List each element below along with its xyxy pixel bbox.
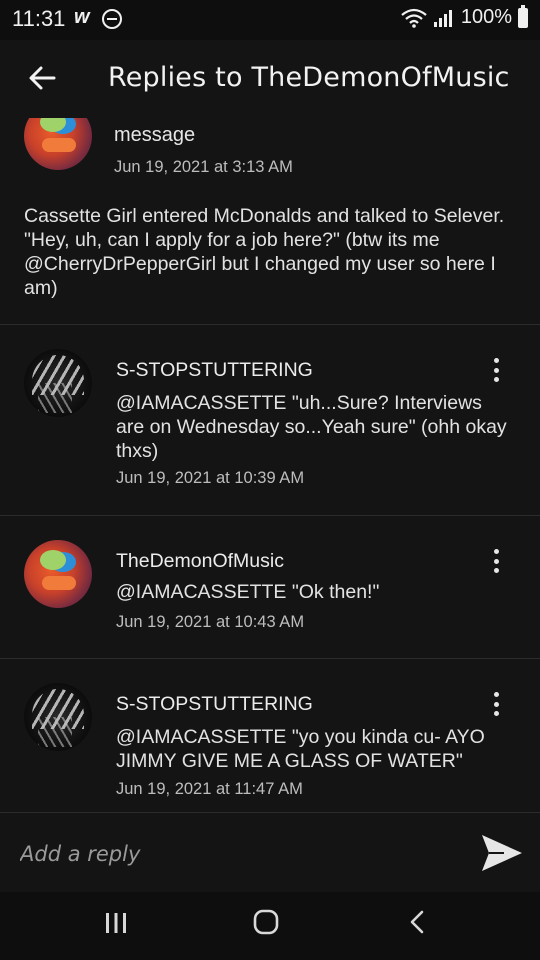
app-bar: Replies to TheDemonOfMusic bbox=[0, 40, 540, 118]
reply-bar bbox=[0, 812, 540, 893]
status-bar: 11:31 w 100% bbox=[0, 0, 540, 40]
battery-icon bbox=[518, 4, 528, 28]
parent-comment-text: Cassette Girl entered McDonalds and talk… bbox=[24, 205, 505, 299]
reply-item: S-STOPSTUTTERING @IAMACASSETTE "uh...Sur… bbox=[0, 325, 540, 515]
reply-text: @IAMACASSETTE "yo you kinda cu- AYO JIMM… bbox=[116, 726, 485, 772]
reply-date: Jun 19, 2021 at 10:43 AM bbox=[116, 613, 305, 631]
system-nav-bar bbox=[0, 892, 540, 960]
reply-author[interactable]: TheDemonOfMusic bbox=[116, 550, 284, 573]
wifi-icon bbox=[401, 8, 427, 28]
arrow-left-icon[interactable] bbox=[26, 62, 58, 94]
reply-text: @IAMACASSETTE "Ok then!" bbox=[116, 581, 380, 603]
avatar[interactable] bbox=[24, 540, 92, 608]
reply-author[interactable]: S-STOPSTUTTERING bbox=[116, 693, 313, 716]
more-options-icon[interactable] bbox=[486, 355, 506, 385]
parent-comment-text-tail: message bbox=[114, 124, 196, 146]
page-title: Replies to TheDemonOfMusic bbox=[108, 62, 510, 93]
reply-author[interactable]: S-STOPSTUTTERING bbox=[116, 359, 313, 382]
recent-apps-icon[interactable] bbox=[104, 910, 128, 936]
status-right-group: 100% bbox=[401, 4, 528, 29]
avatar[interactable] bbox=[24, 349, 92, 417]
parent-comment-date: Jun 19, 2021 at 3:13 AM bbox=[114, 158, 293, 176]
signal-icon bbox=[433, 9, 452, 27]
more-options-icon[interactable] bbox=[486, 689, 506, 719]
more-options-icon[interactable] bbox=[486, 546, 506, 576]
reply-item: S-STOPSTUTTERING @IAMACASSETTE "yo you k… bbox=[0, 659, 540, 809]
reply-date: Jun 19, 2021 at 10:39 AM bbox=[116, 469, 305, 487]
reply-item: TheDemonOfMusic @IAMACASSETTE "Ok then!"… bbox=[0, 516, 540, 658]
avatar[interactable] bbox=[24, 118, 92, 170]
reply-date: Jun 19, 2021 at 11:47 AM bbox=[116, 780, 303, 798]
status-time: 11:31 bbox=[12, 6, 66, 31]
parent-comment: message Jun 19, 2021 at 3:13 AM Cassette… bbox=[0, 118, 540, 324]
nav-back-icon[interactable] bbox=[404, 908, 432, 936]
reply-text: @IAMACASSETTE "uh...Sure? Interviews are… bbox=[116, 392, 507, 462]
send-icon[interactable] bbox=[478, 829, 526, 877]
reply-input[interactable] bbox=[18, 837, 462, 871]
replies-list[interactable]: message Jun 19, 2021 at 3:13 AM Cassette… bbox=[0, 118, 540, 812]
avatar[interactable] bbox=[24, 683, 92, 751]
do-not-disturb-icon bbox=[102, 9, 122, 29]
battery-percent: 100% bbox=[460, 6, 512, 28]
home-icon[interactable] bbox=[252, 908, 280, 936]
wattpad-notification-icon: w bbox=[74, 6, 90, 28]
